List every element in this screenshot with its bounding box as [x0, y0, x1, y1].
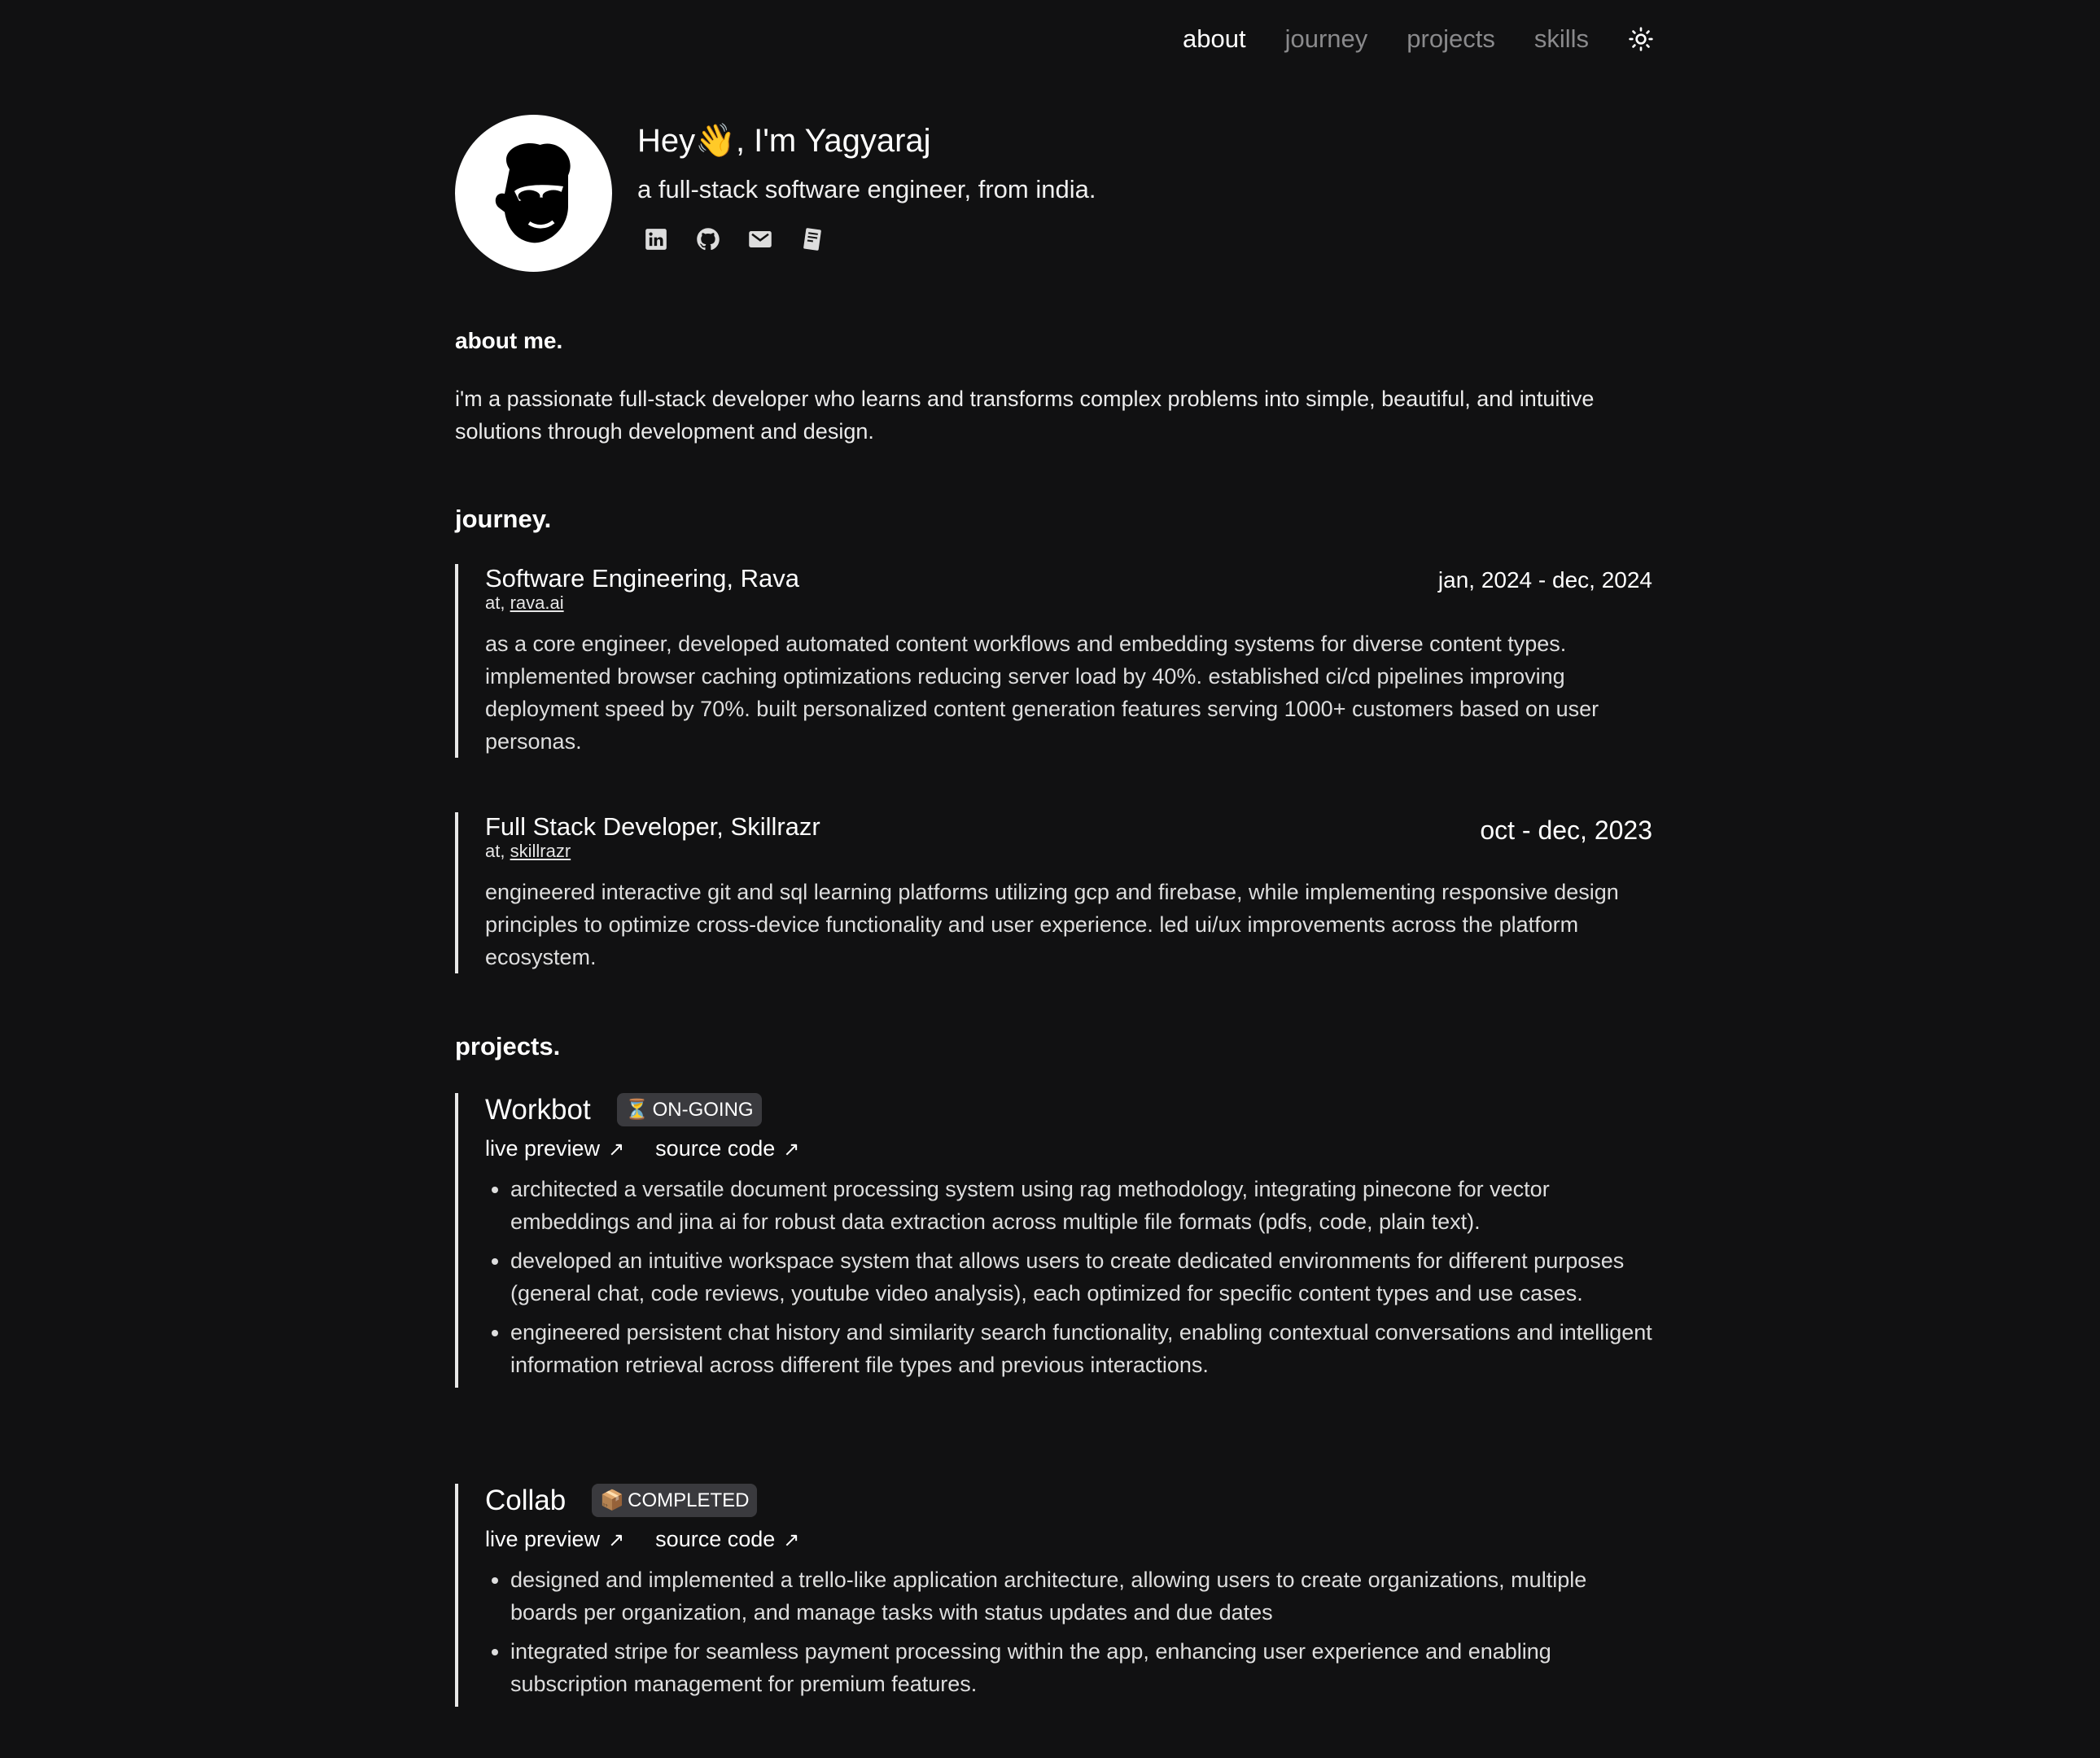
live-preview-label: live preview — [485, 1136, 601, 1161]
project-card: Workbot ⏳ ON-GOING live preview ↗ source c… — [455, 1093, 1652, 1388]
entry-company: at, skillrazr — [485, 842, 1652, 861]
avatar — [455, 115, 612, 272]
hourglass-icon: ⏳ — [624, 1099, 650, 1121]
project-card: Collab 📦 COMPLETED live preview ↗ source c… — [455, 1484, 1652, 1707]
status-label: COMPLETED — [628, 1489, 750, 1511]
about-text: i'm a passionate full-stack developer wh… — [455, 387, 1595, 444]
journey-heading: journey. — [455, 505, 552, 533]
resume-icon[interactable] — [800, 227, 825, 251]
greeting-name: , I'm Yagyaraj — [735, 123, 931, 159]
wave-icon: 👋 — [695, 123, 736, 159]
entry-description: engineered interactive git and sql learn… — [485, 880, 1619, 969]
hero-text: Hey👋, I'm Yagyaraj a full-stack software… — [637, 115, 1096, 272]
entry-date: jan, 2024 - dec, 2024 — [1437, 567, 1652, 593]
list-item: integrated stripe for seamless payment p… — [510, 1635, 1652, 1700]
source-code-label: source code — [655, 1527, 776, 1551]
package-icon: 📦 — [600, 1489, 625, 1511]
nav-about[interactable]: about — [1183, 24, 1246, 54]
company-link[interactable]: skillrazr — [510, 841, 571, 861]
top-nav: about journey projects skills — [1183, 24, 1654, 54]
list-item: architected a versatile document process… — [510, 1173, 1652, 1238]
source-code-link[interactable]: source code ↗ — [655, 1527, 799, 1552]
list-item: developed an intuitive workspace system … — [510, 1244, 1652, 1310]
live-preview-label: live preview — [485, 1527, 601, 1551]
hero: Hey👋, I'm Yagyaraj a full-stack software… — [455, 115, 1096, 272]
entry-date: oct - dec, 2023 — [1480, 816, 1652, 845]
arrow-up-right-icon: ↗ — [783, 1139, 800, 1161]
about-heading: about me. — [455, 328, 563, 353]
nav-projects[interactable]: projects — [1407, 24, 1495, 54]
status-badge: ⏳ ON-GOING — [616, 1093, 762, 1126]
arrow-up-right-icon: ↗ — [608, 1529, 625, 1551]
live-preview-link[interactable]: live preview ↗ — [485, 1527, 624, 1552]
projects-heading: projects. — [455, 1032, 561, 1060]
live-preview-link[interactable]: live preview ↗ — [485, 1136, 624, 1161]
sun-icon[interactable] — [1628, 26, 1654, 52]
entry-description: as a core engineer, developed automated … — [485, 632, 1599, 754]
at-prefix: at, — [485, 841, 505, 861]
github-icon[interactable] — [696, 227, 720, 251]
project-name: Workbot — [485, 1093, 591, 1126]
greeting: Hey👋, I'm Yagyaraj — [637, 120, 1096, 162]
greeting-prefix: Hey — [637, 123, 696, 159]
social-links — [644, 227, 1096, 251]
project-header: Workbot ⏳ ON-GOING — [485, 1093, 1652, 1126]
source-code-label: source code — [655, 1136, 776, 1161]
project-name: Collab — [485, 1484, 567, 1516]
status-badge: 📦 COMPLETED — [592, 1484, 758, 1517]
arrow-up-right-icon: ↗ — [608, 1139, 625, 1161]
list-item: engineered persistent chat history and s… — [510, 1316, 1652, 1381]
project-links: live preview ↗ source code ↗ — [485, 1136, 1652, 1161]
source-code-link[interactable]: source code ↗ — [655, 1136, 799, 1161]
journey-entry: Software Engineering, Rava jan, 2024 - d… — [455, 564, 1652, 758]
entry-company: at, rava.ai — [485, 593, 1652, 613]
arrow-up-right-icon: ↗ — [783, 1529, 800, 1551]
company-link[interactable]: rava.ai — [510, 593, 564, 613]
nav-journey[interactable]: journey — [1285, 24, 1368, 54]
at-prefix: at, — [485, 593, 505, 613]
mail-icon[interactable] — [748, 227, 772, 251]
journey-entry: Full Stack Developer, Skillrazr oct - de… — [455, 812, 1652, 973]
project-header: Collab 📦 COMPLETED — [485, 1484, 1652, 1517]
nav-skills[interactable]: skills — [1534, 24, 1589, 54]
list-item: designed and implemented a trello-like a… — [510, 1563, 1652, 1629]
linkedin-icon[interactable] — [644, 227, 668, 251]
tagline: a full-stack software engineer, from ind… — [637, 175, 1096, 203]
project-bullets: architected a versatile document process… — [485, 1173, 1652, 1381]
project-links: live preview ↗ source code ↗ — [485, 1527, 1652, 1552]
entry-title: Full Stack Developer, Skillrazr — [485, 812, 820, 841]
project-bullets: designed and implemented a trello-like a… — [485, 1563, 1652, 1700]
status-label: ON-GOING — [652, 1098, 754, 1121]
